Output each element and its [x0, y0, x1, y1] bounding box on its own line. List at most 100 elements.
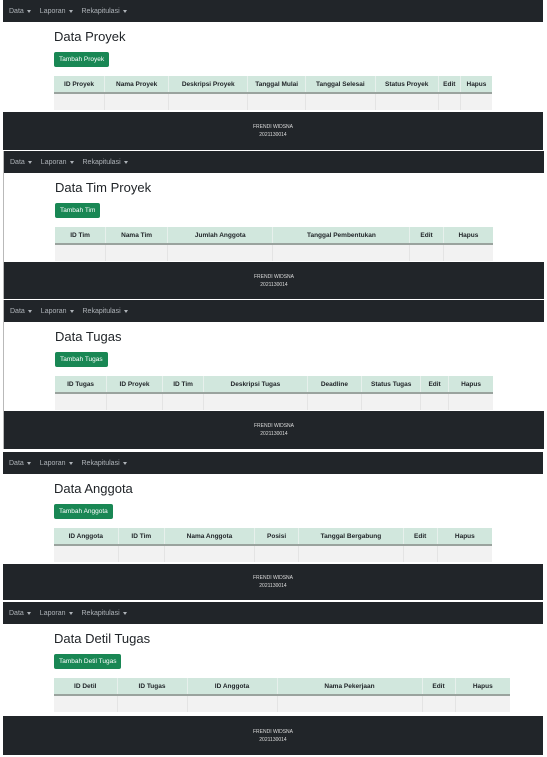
add-button[interactable]: Tambah Anggota: [54, 504, 113, 519]
footer-author-id: 2021130014: [259, 736, 287, 743]
table-cell: [105, 244, 168, 261]
caret-down-icon: [123, 309, 128, 313]
table-row: [55, 244, 493, 261]
nav-label: Rekapitulasi: [81, 609, 120, 617]
add-button[interactable]: Tambah Proyek: [54, 52, 110, 67]
footer-author-id: 2021130014: [259, 132, 287, 138]
panel-data-detil-tugas: Data Laporan Rekapitulasi Data Detil Tug…: [3, 602, 543, 755]
panel-data-tugas: Data Laporan Rekapitulasi Data Tugas Tam…: [3, 300, 544, 449]
caret-down-icon: [27, 160, 32, 164]
main-content: Data Proyek Tambah Proyek ID Proyek Nama …: [3, 29, 543, 110]
page-footer: FRENDI WIDSNA 2021130014: [4, 411, 544, 449]
col-header-id-tim: ID Tim: [55, 227, 106, 245]
table-cell: [436, 545, 492, 562]
table-cell: [361, 393, 421, 410]
table-header-row: ID Tim Nama Tim Jumlah Anggota Tanggal Pemb…: [55, 227, 493, 245]
col-header-status-proyek: Status Proyek: [374, 76, 439, 94]
table-cell: [374, 93, 439, 110]
col-header-id-detil: ID Detil: [54, 678, 117, 696]
nav-label: Laporan: [39, 609, 66, 617]
nav-label: Rekapitulasi: [82, 158, 121, 166]
nav-dropdown-data[interactable]: Data: [9, 460, 31, 467]
caret-down-icon: [123, 160, 128, 164]
col-header-id-anggota: ID Anggota: [186, 678, 277, 696]
nav-dropdown-laporan[interactable]: Laporan: [40, 8, 73, 15]
nav-label: Rekapitulasi: [82, 307, 121, 315]
caret-down-icon: [69, 309, 74, 313]
col-header-id-tugas: ID Tugas: [55, 376, 107, 394]
nav-label: Data: [10, 307, 25, 315]
panel-data-anggota: Data Laporan Rekapitulasi Data Anggota T…: [3, 452, 543, 600]
table-cell: [459, 93, 492, 110]
data-table: ID Tugas ID Proyek ID Tim Deskripsi Tugas De…: [55, 376, 493, 410]
footer-author-name: FRENDI WIDSNA: [253, 728, 293, 735]
col-header-tanggal-bergabung: Tanggal Bergabung: [298, 528, 404, 546]
col-header-status-tugas: Status Tugas: [361, 376, 421, 394]
table-row: [54, 695, 510, 712]
nav-dropdown-data[interactable]: Data: [10, 159, 32, 166]
table-cell: [442, 244, 493, 261]
nav-label: Data: [9, 609, 24, 617]
col-header-hapus: Hapus: [436, 528, 492, 546]
table-cell: [247, 93, 306, 110]
col-header-hapus: Hapus: [454, 678, 510, 696]
table-cell: [276, 695, 422, 712]
col-header-deskripsi-proyek: Deskripsi Proyek: [168, 76, 248, 94]
main-content: Data Tim Proyek Tambah Tim ID Tim Nama Ti…: [4, 180, 544, 261]
page-footer: FRENDI WIDSNA 2021130014: [3, 112, 543, 150]
table-cell: [437, 93, 461, 110]
add-button[interactable]: Tambah Detil Tugas: [54, 654, 122, 669]
nav-dropdown-data[interactable]: Data: [9, 8, 31, 15]
nav-dropdown-rekapitulasi[interactable]: Rekapitulasi: [83, 159, 128, 166]
footer-author-id: 2021130014: [260, 281, 288, 288]
add-button[interactable]: Tambah Tugas: [55, 352, 108, 367]
nav-dropdown-data[interactable]: Data: [10, 308, 32, 315]
main-content: Data Tugas Tambah Tugas ID Tugas ID Proye…: [4, 329, 544, 410]
nav-dropdown-laporan[interactable]: Laporan: [41, 159, 74, 166]
table-cell: [168, 93, 248, 110]
table-header-row: ID Detil ID Tugas ID Anggota Nama Pekerjaan…: [54, 678, 510, 696]
col-header-hapus: Hapus: [442, 227, 493, 245]
table-cell: [167, 244, 273, 261]
table-cell: [55, 393, 107, 410]
nav-dropdown-rekapitulasi[interactable]: Rekapitulasi: [82, 460, 127, 467]
table-header-row: ID Anggota ID Tim Nama Anggota Posisi Tangga…: [54, 528, 492, 546]
caret-down-icon: [69, 160, 74, 164]
table-cell: [305, 93, 376, 110]
col-header-id-proyek: ID Proyek: [106, 376, 163, 394]
table-cell: [421, 695, 455, 712]
nav-dropdown-data[interactable]: Data: [9, 610, 31, 617]
caret-down-icon: [26, 461, 31, 465]
col-header-edit: Edit: [420, 376, 449, 394]
table-cell: [117, 545, 165, 562]
nav-dropdown-laporan[interactable]: Laporan: [40, 460, 73, 467]
footer-author-name: FRENDI WIDSNA: [253, 124, 293, 130]
table-cell: [54, 545, 119, 562]
table-cell: [253, 545, 299, 562]
nav-dropdown-rekapitulasi[interactable]: Rekapitulasi: [83, 308, 128, 315]
nav-dropdown-rekapitulasi[interactable]: Rekapitulasi: [82, 8, 127, 15]
nav-dropdown-laporan[interactable]: Laporan: [41, 308, 74, 315]
table-cell: [409, 244, 444, 261]
col-header-edit: Edit: [437, 76, 461, 94]
col-header-nama-pekerjaan: Nama Pekerjaan: [276, 678, 422, 696]
col-header-tanggal-pembentukan: Tanggal Pembentukan: [272, 227, 410, 245]
page-footer: FRENDI WIDSNA 2021130014: [4, 262, 544, 299]
nav-label: Laporan: [39, 7, 66, 15]
nav-dropdown-rekapitulasi[interactable]: Rekapitulasi: [82, 610, 127, 617]
panel-data-proyek: Data Laporan Rekapitulasi Data Proyek Ta…: [3, 0, 543, 150]
caret-down-icon: [26, 9, 31, 13]
table-cell: [104, 93, 169, 110]
nav-dropdown-laporan[interactable]: Laporan: [40, 610, 73, 617]
col-header-deskripsi-tugas: Deskripsi Tugas: [203, 376, 308, 394]
col-header-edit: Edit: [402, 528, 438, 546]
page-footer: FRENDI WIDSNA 2021130014: [3, 716, 543, 755]
col-header-id-proyek: ID Proyek: [54, 76, 105, 94]
table-cell: [186, 695, 277, 712]
table-cell: [272, 244, 410, 261]
main-content: Data Detil Tugas Tambah Detil Tugas ID D…: [3, 631, 543, 712]
col-header-tanggal-selesai: Tanggal Selesai: [305, 76, 376, 94]
footer-author-name: FRENDI WIDSNA: [253, 575, 293, 581]
page-title: Data Proyek: [54, 29, 126, 44]
add-button[interactable]: Tambah Tim: [55, 203, 101, 218]
